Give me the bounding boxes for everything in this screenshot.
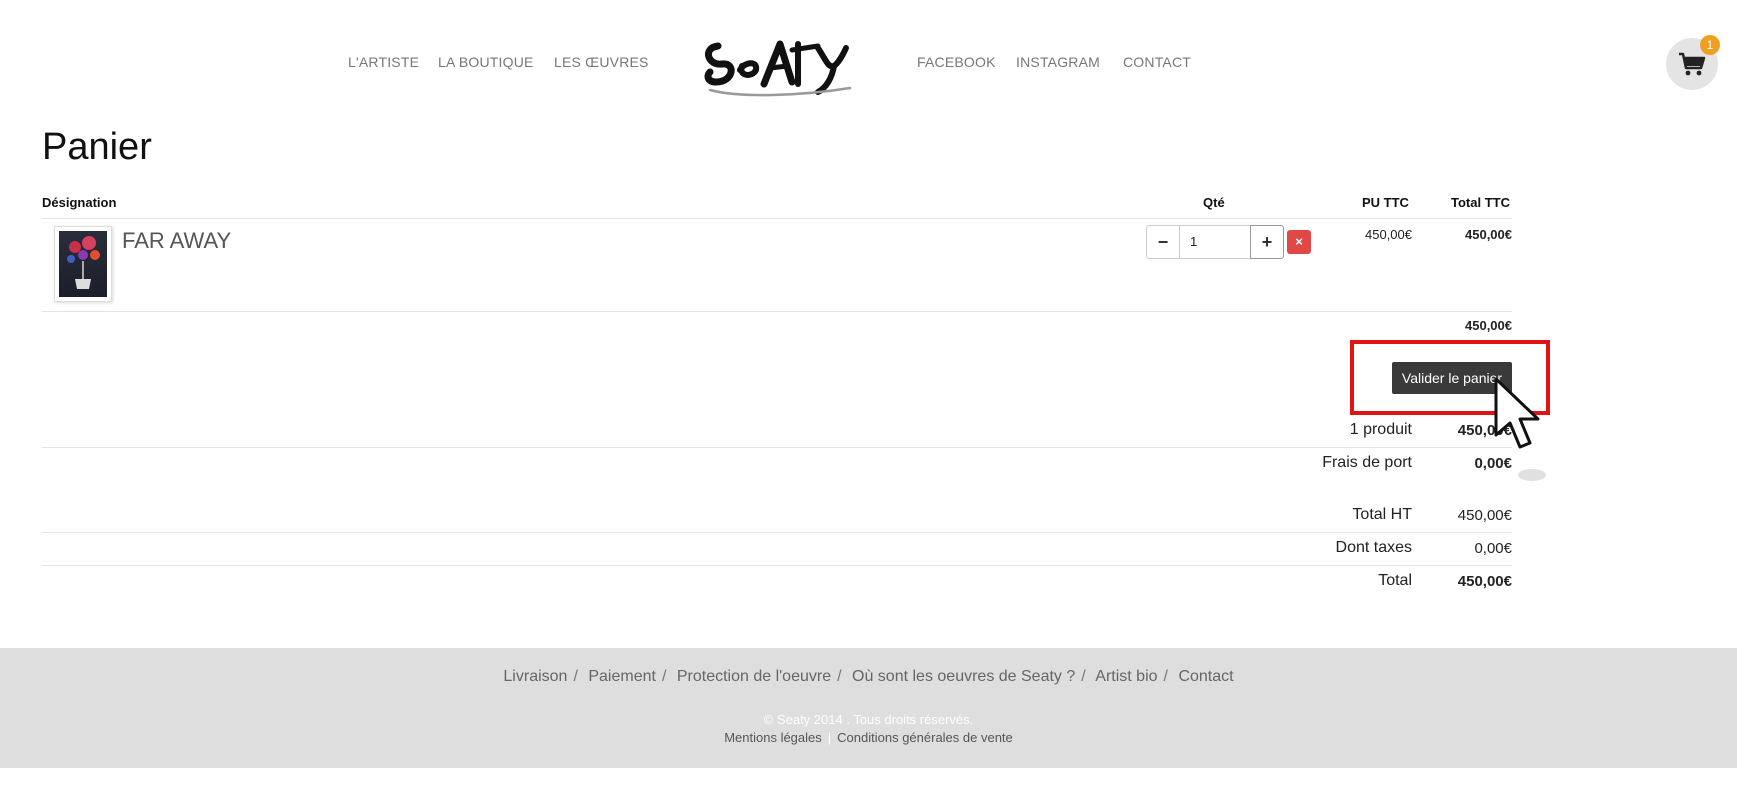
quantity-increase-button[interactable]: + [1250, 225, 1284, 259]
footer-link-mentions[interactable]: Mentions légales [724, 730, 822, 745]
row-total: 450,00€ [1465, 227, 1512, 242]
grand-total-label: Total [1378, 572, 1412, 589]
mouse-pointer-icon [1490, 375, 1570, 490]
footer-link-locations[interactable]: Où sont les oeuvres de Seaty ? [852, 668, 1075, 685]
divider [42, 311, 1512, 312]
nav-link-instagram[interactable]: INSTAGRAM [1016, 54, 1100, 70]
nav-link-boutique[interactable]: LA BOUTIQUE [438, 54, 534, 70]
footer-link-paiement[interactable]: Paiement [588, 668, 656, 685]
col-header-designation: Désignation [42, 195, 117, 210]
total-ht-label: Total HT [1352, 506, 1412, 523]
grand-total-value: 450,00€ [1457, 573, 1512, 590]
nav-link-contact[interactable]: CONTACT [1123, 54, 1191, 70]
footer-link-cgv[interactable]: Conditions générales de vente [837, 730, 1013, 745]
divider [42, 218, 1512, 219]
quantity-input[interactable]: 1 [1180, 225, 1250, 259]
divider [42, 532, 1512, 533]
site-header: L'ARTISTE LA BOUTIQUE LES ŒUVRES FACEBOO… [0, 0, 1737, 120]
product-name[interactable]: FAR AWAY [122, 228, 231, 254]
taxes-label: Dont taxes [1335, 539, 1412, 556]
footer-legal-links: Mentions légales | Conditions générales de… [724, 730, 1013, 745]
cart-count-badge: 1 [1700, 35, 1720, 55]
nav-link-oeuvres[interactable]: LES ŒUVRES [554, 54, 649, 70]
col-header-unit-price: PU TTC [1362, 195, 1409, 210]
page-title: Panier [42, 126, 152, 168]
nav-link-facebook[interactable]: FACEBOOK [917, 54, 996, 70]
quantity-decrease-button[interactable]: − [1146, 225, 1180, 259]
total-ht-value: 450,00€ [1457, 507, 1512, 524]
footer-link-artist-bio[interactable]: Artist bio [1095, 668, 1157, 685]
col-header-qty: Qté [1203, 195, 1225, 210]
subtotal: 450,00€ [1465, 318, 1512, 333]
site-logo[interactable] [700, 26, 860, 106]
divider [42, 447, 1512, 448]
unit-price: 450,00€ [1365, 227, 1412, 242]
footer-link-contact[interactable]: Contact [1178, 668, 1233, 685]
product-thumbnail[interactable] [54, 226, 112, 302]
shopping-cart-icon [1679, 52, 1706, 76]
footer-link-livraison[interactable]: Livraison [503, 668, 567, 685]
copyright-text: © Seaty 2014 . Tous droits réservés. [763, 712, 974, 727]
shipping-label: Frais de port [1322, 454, 1412, 471]
nav-link-artiste[interactable]: L'ARTISTE [348, 54, 419, 70]
footer-link-protection[interactable]: Protection de l'oeuvre [677, 668, 831, 685]
remove-item-button[interactable]: × [1287, 230, 1311, 254]
taxes-value: 0,00€ [1474, 540, 1512, 557]
site-footer: Livraison / Paiement / Protection de l'oeu… [0, 648, 1737, 768]
col-header-total: Total TTC [1451, 195, 1510, 210]
products-count-label: 1 produit [1349, 421, 1412, 438]
footer-links: Livraison / Paiement / Protection de l'oeu… [503, 668, 1234, 685]
divider [42, 565, 1512, 566]
